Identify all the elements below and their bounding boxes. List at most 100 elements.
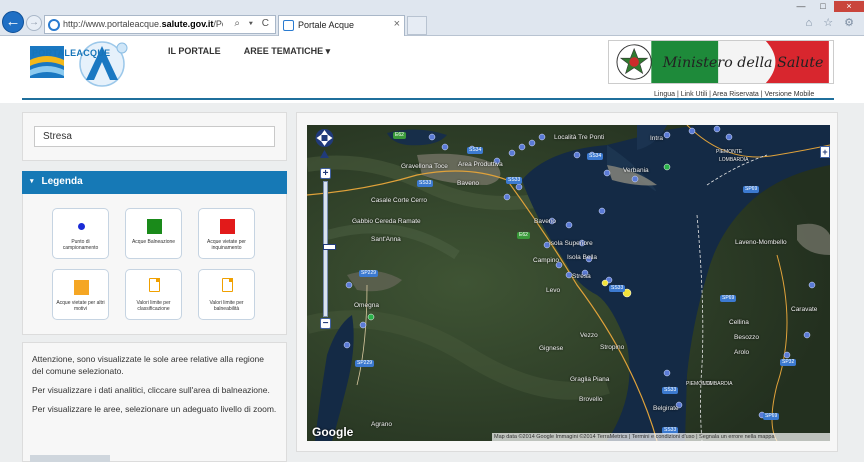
info-text: Per visualizzare i dati analitici, clicc… (32, 385, 270, 395)
map-label: Stropino (600, 344, 625, 351)
map-label: Agrano (371, 421, 392, 428)
road-shield: SS33 (417, 180, 434, 187)
satellite-map[interactable]: Località Tre Ponti Intra Verbania PIEMON… (307, 125, 830, 441)
road-shield: SP69 (763, 413, 780, 420)
browser-chrome: ← → http://www.portaleacque.salute.gov.i… (0, 0, 864, 36)
header-divider (22, 98, 834, 100)
forward-button[interactable]: → (26, 15, 42, 31)
map-label: Area Produttiva (458, 161, 503, 168)
map-label: Casale Corte Cerro (371, 197, 427, 204)
toolbar-icons[interactable]: ⌂ ☆ ⚙ (806, 16, 858, 29)
document-icon (149, 278, 160, 292)
new-tab-button[interactable] (407, 16, 427, 35)
map-label: Sant'Anna (371, 236, 401, 243)
road-shield: SS33 (506, 177, 523, 184)
map-label: Arolo (734, 349, 750, 356)
minimize-icon[interactable]: — (790, 1, 812, 12)
search-panel (22, 112, 287, 161)
map-label: Besozzo (734, 334, 759, 341)
map-label: Gignese (539, 345, 564, 352)
map-label: Caravate (791, 306, 818, 313)
zoom-slider[interactable] (323, 181, 336, 317)
address-tools-icon[interactable]: ⌕ ▾ C (234, 18, 272, 29)
pan-control[interactable] (313, 128, 336, 162)
logo-text: PORTALEACQUE (32, 48, 111, 58)
red-square-icon (220, 219, 235, 234)
map-label: Isola Superiore (549, 240, 593, 247)
close-tab-icon[interactable]: × (394, 18, 400, 30)
sampling-point-icon (78, 223, 85, 230)
green-square-icon (147, 219, 162, 234)
ie-icon (48, 19, 60, 31)
maximize-icon[interactable]: □ (812, 1, 834, 12)
map-label: Cellina (729, 319, 749, 326)
map-label: Gabbio Cereda Ramate (352, 218, 421, 225)
map-label: Omegna (354, 302, 379, 309)
main-nav: IL PORTALE AREE TEMATICHE ▾ (168, 45, 350, 57)
legend-header[interactable]: ▾ Legenda (22, 171, 287, 194)
map-label: Baveno (457, 180, 480, 187)
map-label: Isola Bella (567, 254, 597, 261)
road-shield: SP69 (743, 186, 760, 193)
arrow-left-icon: ← (5, 13, 21, 30)
document-icon (222, 278, 233, 292)
map-label: Stresa (572, 273, 591, 280)
legend-item-sampling-point[interactable]: Punto di campionamento (52, 208, 109, 259)
legend-item-bathing-waters[interactable]: Acque Balneazione (125, 208, 182, 259)
map-label: LOMBARDIA (719, 157, 749, 163)
map-label: Belgirate (653, 405, 679, 412)
overview-toggle-icon[interactable]: + (820, 146, 830, 158)
zoom-control[interactable]: + − (320, 168, 336, 330)
legend-item-banned-other[interactable]: Acque vietate per altri motivi (52, 269, 109, 320)
legend-item-classification-limits[interactable]: Valori limite per classificazione (125, 269, 182, 320)
ministry-banner[interactable]: Ministero della Salute (608, 40, 834, 84)
legend-item-bathing-limits[interactable]: Valori limite per balneabilità (198, 269, 255, 320)
map-label: Vezzo (580, 332, 598, 339)
map-label: PIEMONTE (716, 149, 743, 155)
nav-aree-tematiche[interactable]: AREE TEMATICHE ▾ (244, 46, 330, 57)
window-controls: — □ × (790, 0, 864, 12)
map-attribution[interactable]: Map data ©2014 Google Immagini ©2014 Ter… (492, 433, 830, 441)
comune-search-input[interactable] (34, 126, 275, 147)
map-label: Graglia Piana (570, 376, 610, 383)
road-shield: SP229 (359, 270, 379, 277)
browser-tab[interactable]: Portale Acque × (278, 15, 405, 36)
zoom-in-icon[interactable]: + (320, 168, 331, 179)
arrow-right-icon: → (29, 17, 39, 28)
legend-item-banned-pollution[interactable]: Acque vietate per inquinamento (198, 208, 255, 259)
road-shield: SS34 (467, 147, 484, 154)
address-bar[interactable]: http://www.portaleacque.salute.gov.it/Po… (44, 15, 276, 34)
map-label: Levo (546, 287, 561, 294)
road-shield: SS33 (662, 387, 679, 394)
zoom-out-icon[interactable]: − (320, 318, 331, 329)
page-icon (283, 20, 294, 31)
caret-down-icon: ▾ (30, 178, 34, 185)
nav-il-portale[interactable]: IL PORTALE (168, 46, 221, 56)
road-shield: E62 (517, 232, 530, 239)
zoom-slider-thumb[interactable] (323, 244, 336, 250)
road-shield: SP32 (780, 359, 797, 366)
road-shield: SP69 (720, 295, 737, 302)
road-shield: SS33 (609, 285, 626, 292)
info-panel: Attenzione, sono visualizzate le sole ar… (22, 342, 287, 462)
map-label: Baveno (534, 218, 557, 225)
close-window-icon[interactable]: × (834, 1, 864, 12)
road-shield: SS34 (587, 153, 604, 160)
google-logo: Google (312, 425, 354, 439)
orange-square-icon (74, 280, 89, 295)
map-label: Località Tre Ponti (554, 134, 605, 141)
back-button[interactable]: ← (2, 11, 24, 33)
info-text: Attenzione, sono visualizzate le sole ar… (32, 354, 264, 376)
utility-links[interactable]: Lingua | Link Utili | Area Riservata | V… (654, 91, 814, 98)
legend-title: Legenda (41, 176, 83, 187)
map-imagery (307, 125, 830, 441)
map-label: Intra (650, 135, 664, 142)
legend-panel: Punto di campionamento Acque Balneazione… (22, 194, 287, 335)
info-text: Per visualizzare le aree, selezionare un… (32, 404, 277, 414)
horizontal-scrollbar[interactable] (30, 455, 110, 462)
map-label: Laveno-Mombello (735, 239, 787, 246)
address-url[interactable]: http://www.portaleacque.salute.gov.it/Po… (63, 19, 223, 29)
map-label: Gravellona Toce (401, 163, 448, 170)
map-label: Brovello (579, 396, 603, 403)
map-label: Verbania (623, 167, 649, 174)
